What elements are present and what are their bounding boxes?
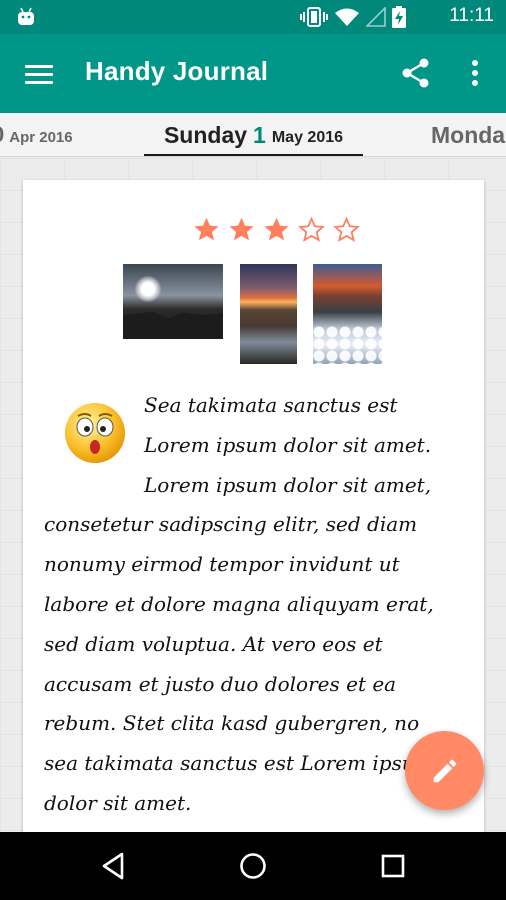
edit-entry-button[interactable] [405, 731, 484, 810]
tab-current-day-number: 1 [253, 121, 266, 148]
system-icons [300, 6, 406, 28]
wifi-icon [335, 8, 359, 26]
star-filled-icon[interactable] [228, 216, 255, 243]
entry-body-text[interactable]: Sea takimata sanctus est Lorem ipsum dol… [44, 386, 454, 824]
tab-current-day-name: Sunday [163, 121, 248, 148]
vibrate-icon [300, 7, 328, 27]
tab-previous-day-month: Apr 2016 [9, 129, 73, 146]
tab-indicator [144, 154, 363, 156]
app-title: Handy Journal [85, 56, 269, 86]
tab-next-day-name: Monda [431, 121, 506, 148]
navigation-bar [0, 832, 506, 900]
home-button[interactable] [233, 846, 273, 886]
more-vert-icon[interactable] [460, 55, 490, 91]
tab-previous-day-number: 0 [0, 122, 4, 148]
recents-button[interactable] [373, 846, 413, 886]
status-bar: 11:11 [0, 0, 506, 34]
star-empty-icon[interactable] [298, 216, 325, 243]
star-filled-icon[interactable] [263, 216, 290, 243]
back-button[interactable] [93, 846, 133, 886]
back-icon [102, 852, 124, 880]
date-tabs: 0 Apr 2016 Sunday 1 May 2016 Monda [0, 113, 506, 157]
sunset-coast-photo[interactable] [240, 264, 297, 364]
app-toolbar: Handy Journal [0, 34, 506, 113]
tab-current-day-month: May 2016 [271, 128, 344, 146]
star-empty-icon[interactable] [333, 216, 360, 243]
signal-icon [366, 7, 386, 27]
recents-icon [381, 854, 405, 878]
status-time: 11:11 [449, 5, 494, 26]
star-filled-icon[interactable] [193, 216, 220, 243]
rating-stars[interactable] [193, 216, 360, 243]
menu-icon[interactable] [20, 55, 58, 93]
snow-stones-photo[interactable] [313, 264, 382, 364]
home-icon [240, 853, 266, 879]
battery-charging-icon [392, 6, 406, 28]
share-icon[interactable] [398, 55, 434, 91]
photo-strip [23, 264, 484, 364]
tab-previous-day[interactable]: 0 Apr 2016 [0, 113, 73, 156]
android-icon [18, 7, 34, 25]
sunset-silhouette-photo[interactable] [123, 264, 223, 339]
tab-next-day[interactable]: Monda [431, 113, 506, 156]
edit-pencil-icon [433, 759, 456, 782]
tab-current-day[interactable]: Sunday 1 May 2016 [144, 113, 363, 156]
